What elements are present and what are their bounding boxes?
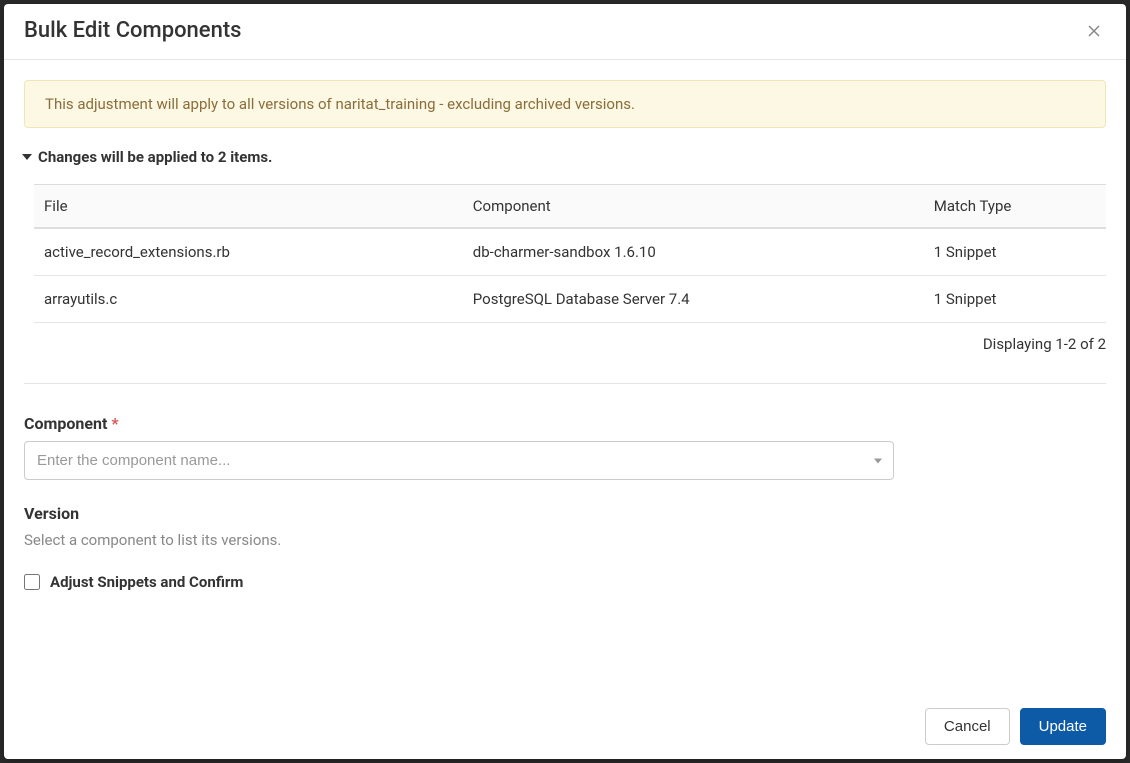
col-header-match-type: Match Type (924, 185, 1106, 229)
table-row: active_record_extensions.rb db-charmer-s… (34, 228, 1106, 276)
pagination-info: Displaying 1-2 of 2 (34, 323, 1106, 353)
modal-title: Bulk Edit Components (24, 18, 241, 43)
cell-file: active_record_extensions.rb (34, 228, 463, 276)
version-helper-text: Select a component to list its versions. (24, 531, 1106, 549)
cell-component: db-charmer-sandbox 1.6.10 (463, 228, 924, 276)
cell-match-type: 1 Snippet (924, 276, 1106, 323)
close-button[interactable] (1082, 19, 1106, 43)
component-form-group: Component * (24, 414, 1106, 480)
version-form-group: Version Select a component to list its v… (24, 504, 1106, 549)
version-label: Version (24, 504, 1106, 523)
component-combobox[interactable] (24, 441, 894, 480)
component-label: Component * (24, 414, 1106, 433)
adjust-snippets-group: Adjust Snippets and Confirm (24, 573, 1106, 591)
cell-match-type: 1 Snippet (924, 228, 1106, 276)
col-header-file: File (34, 185, 463, 229)
col-header-component: Component (463, 185, 924, 229)
caret-down-icon (22, 154, 32, 160)
collapse-toggle[interactable]: Changes will be applied to 2 items. (22, 148, 1106, 166)
bulk-edit-modal: Bulk Edit Components This adjustment wil… (4, 4, 1126, 759)
update-button[interactable]: Update (1020, 708, 1106, 745)
table-row: arrayutils.c PostgreSQL Database Server … (34, 276, 1106, 323)
modal-body: This adjustment will apply to all versio… (4, 60, 1126, 694)
modal-header: Bulk Edit Components (4, 4, 1126, 60)
cancel-button[interactable]: Cancel (925, 708, 1010, 745)
component-input[interactable] (24, 441, 894, 480)
section-divider (24, 383, 1106, 384)
cell-component: PostgreSQL Database Server 7.4 (463, 276, 924, 323)
items-table: File Component Match Type active_record_… (34, 184, 1106, 323)
alert-message: This adjustment will apply to all versio… (45, 95, 635, 113)
items-table-container: File Component Match Type active_record_… (34, 184, 1106, 353)
modal-footer: Cancel Update (4, 694, 1126, 759)
adjust-snippets-label[interactable]: Adjust Snippets and Confirm (50, 573, 243, 591)
collapse-title: Changes will be applied to 2 items. (38, 148, 272, 166)
info-alert: This adjustment will apply to all versio… (24, 80, 1106, 128)
close-icon (1086, 23, 1102, 39)
required-asterisk: * (111, 414, 118, 433)
cell-file: arrayutils.c (34, 276, 463, 323)
adjust-snippets-checkbox[interactable] (24, 574, 40, 590)
